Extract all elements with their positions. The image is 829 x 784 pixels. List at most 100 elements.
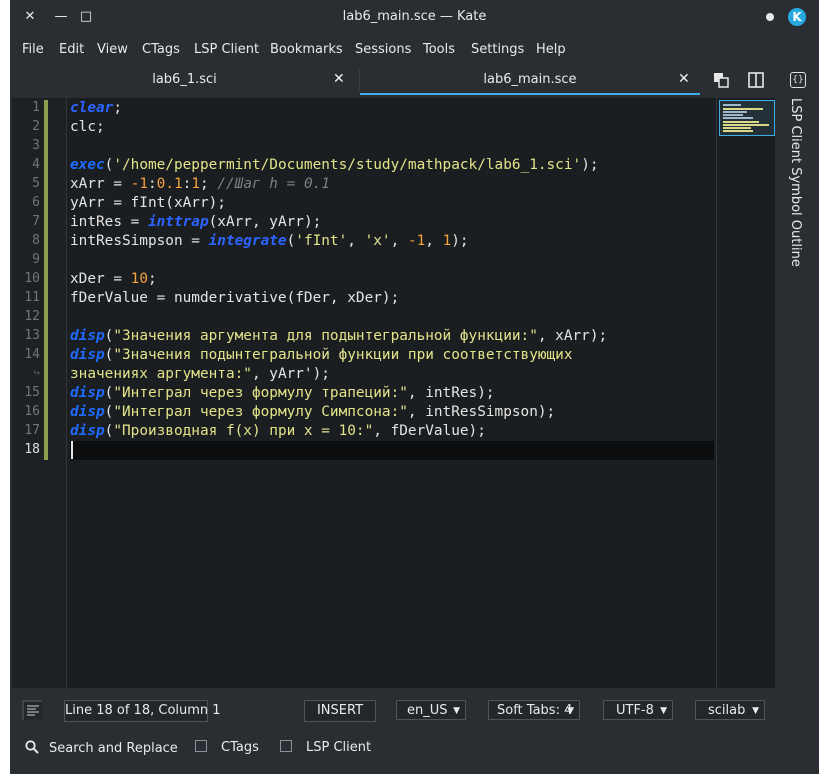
menu-help[interactable]: Help	[536, 42, 566, 57]
line-number[interactable]: 13	[12, 328, 40, 343]
line-number[interactable]: ↪	[12, 366, 40, 379]
minimap[interactable]	[716, 98, 775, 688]
code-line[interactable]: disp("Интеграл через формулу Симпсона:",…	[70, 403, 555, 422]
close-tab-icon[interactable]: ✕	[678, 71, 690, 87]
toolview-lsp-client[interactable]: LSP Client	[280, 740, 371, 755]
tool-views-bar: Search and Replace CTags LSP Client	[10, 736, 819, 762]
menu-ctags[interactable]: CTags	[142, 42, 180, 57]
menu-edit[interactable]: Edit	[59, 42, 84, 57]
code-token: :	[147, 176, 157, 192]
chevron-down-icon: ▼	[660, 706, 667, 716]
chevron-down-icon: ▼	[752, 706, 759, 716]
chevron-down-icon: ▼	[567, 706, 574, 716]
cursor-position-label[interactable]: Line 18 of 18, Column 1	[64, 700, 221, 722]
quick-open-icon[interactable]	[713, 72, 729, 88]
code-line[interactable]: disp("Производная f(x) при x = 10:", fDe…	[70, 422, 486, 441]
line-number[interactable]: 18	[12, 442, 40, 457]
code-token: disp	[70, 404, 105, 420]
code-token: , yArr');	[251, 366, 330, 382]
menu-lsp-client[interactable]: LSP Client	[194, 42, 259, 57]
code-line[interactable]: disp("Интеграл через формулу трапеций:",…	[70, 384, 495, 403]
code-line[interactable]: disp("Значения аргумента для подынтеграл…	[70, 327, 607, 346]
code-token: disp	[70, 328, 105, 344]
line-number[interactable]: 16	[12, 404, 40, 419]
code-token: "Значения аргумента для подынтегральной …	[113, 328, 538, 344]
code-token: , intRes);	[407, 385, 495, 401]
keep-above-icon[interactable]	[766, 13, 774, 21]
split-view-icon[interactable]	[748, 72, 764, 88]
code-token: (	[286, 233, 296, 249]
line-number[interactable]: 1	[12, 100, 40, 115]
line-number[interactable]: 9	[12, 252, 40, 267]
code-token: yArr = fInt(xArr);	[70, 195, 226, 211]
minimap-viewport[interactable]	[719, 100, 775, 136]
close-tab-icon[interactable]: ✕	[333, 71, 345, 87]
line-number[interactable]: 15	[12, 385, 40, 400]
code-line[interactable]: fDerValue = numderivative(fDer, xDer);	[70, 289, 399, 308]
code-token: "Интеграл через формулу Симпсона:"	[113, 404, 408, 420]
line-number[interactable]: 4	[12, 157, 40, 172]
search-icon	[25, 740, 39, 754]
symbol-outline-icon[interactable]: {}	[790, 72, 806, 88]
line-number[interactable]: 5	[12, 176, 40, 191]
menu-settings[interactable]: Settings	[471, 42, 524, 57]
input-mode-button[interactable]: INSERT	[304, 700, 376, 722]
menu-view[interactable]: View	[97, 42, 128, 57]
code-token: xDer =	[70, 271, 131, 287]
code-token: (xArr, yArr);	[208, 214, 322, 230]
indentation-dropdown[interactable]: Soft Tabs: 4 ▼	[488, 700, 580, 720]
encoding-dropdown[interactable]: UTF-8 ▼	[603, 700, 673, 720]
syntax-mode-dropdown[interactable]: scilab ▼	[695, 700, 765, 720]
code-line[interactable]: exec('/home/peppermint/Documents/study/m…	[70, 156, 599, 175]
code-area[interactable]: clear; clc; exec('/home/peppermint/Documen…	[70, 98, 714, 688]
tab-lab6-main-sce[interactable]: lab6_main.sce ✕	[360, 66, 700, 95]
line-number[interactable]: 10	[12, 271, 40, 286]
code-line[interactable]: xArr = -1:0.1:1; //Шаг h = 0.1	[70, 175, 330, 194]
text-cursor	[71, 441, 73, 459]
code-token: 10	[130, 271, 148, 287]
code-line[interactable]: intResSimpson = integrate('fInt', 'x', -…	[70, 232, 469, 251]
code-token: , xArr);	[537, 328, 608, 344]
code-token: "Производная f(x) при x = 10:"	[113, 423, 374, 439]
sidebar-tab-lsp-symbol-outline[interactable]: LSP Client Symbol Outline	[788, 98, 803, 267]
chevron-down-icon: ▼	[453, 706, 460, 716]
code-token: intResSimpson =	[70, 233, 209, 249]
tab-lab6-1-sci[interactable]: lab6_1.sci ✕	[10, 66, 359, 93]
code-token: disp	[70, 385, 105, 401]
editor-view[interactable]: 1 2 3 4 5 6 7 8 9 10 11 12 13 14 ↪ 15 16 17 18 clear; clc; e…	[12, 98, 775, 688]
code-line[interactable]: xDer = 10;	[70, 270, 157, 289]
code-token: ;	[113, 100, 122, 116]
toolview-ctags[interactable]: CTags	[195, 740, 259, 755]
code-token: );	[581, 157, 599, 173]
code-line[interactable]: disp("Значения подынтегральной функции п…	[70, 346, 573, 365]
line-number[interactable]: 6	[12, 195, 40, 210]
code-line[interactable]: intRes = inttrap(xArr, yArr);	[70, 213, 321, 232]
code-token: clc;	[70, 119, 105, 135]
line-number[interactable]: 8	[12, 233, 40, 248]
line-number[interactable]: 17	[12, 423, 40, 438]
code-line[interactable]: clear;	[70, 99, 122, 118]
code-token: exec	[70, 157, 105, 173]
code-line[interactable]: значениях аргумента:", yArr');	[70, 365, 330, 384]
dictionary-dropdown[interactable]: en_US ▼	[396, 700, 466, 720]
code-token: '/home/peppermint/Documents/study/mathpa…	[113, 157, 582, 173]
toolview-search-and-replace[interactable]: Search and Replace	[25, 740, 178, 756]
line-number[interactable]: 12	[12, 309, 40, 324]
document-icon[interactable]	[22, 700, 42, 720]
kate-app-icon[interactable]: K	[788, 8, 806, 26]
menu-sessions[interactable]: Sessions	[355, 42, 411, 57]
line-number[interactable]: 2	[12, 119, 40, 134]
line-number[interactable]: 14	[12, 347, 40, 362]
code-token: -1	[407, 233, 426, 249]
line-number[interactable]: 7	[12, 214, 40, 229]
code-line[interactable]: clc;	[70, 118, 105, 137]
line-number-gutter[interactable]: 1 2 3 4 5 6 7 8 9 10 11 12 13 14 ↪ 15 16 17 18	[12, 98, 67, 688]
line-number[interactable]: 11	[12, 290, 40, 305]
right-sidebar: {} LSP Client Symbol Outline	[780, 66, 819, 688]
menu-bookmarks[interactable]: Bookmarks	[270, 42, 343, 57]
code-token: "Значения подынтегральной функции при со…	[113, 347, 573, 363]
line-number[interactable]: 3	[12, 138, 40, 153]
menu-file[interactable]: File	[22, 42, 44, 57]
code-line[interactable]: yArr = fInt(xArr);	[70, 194, 226, 213]
menu-tools[interactable]: Tools	[423, 42, 455, 57]
